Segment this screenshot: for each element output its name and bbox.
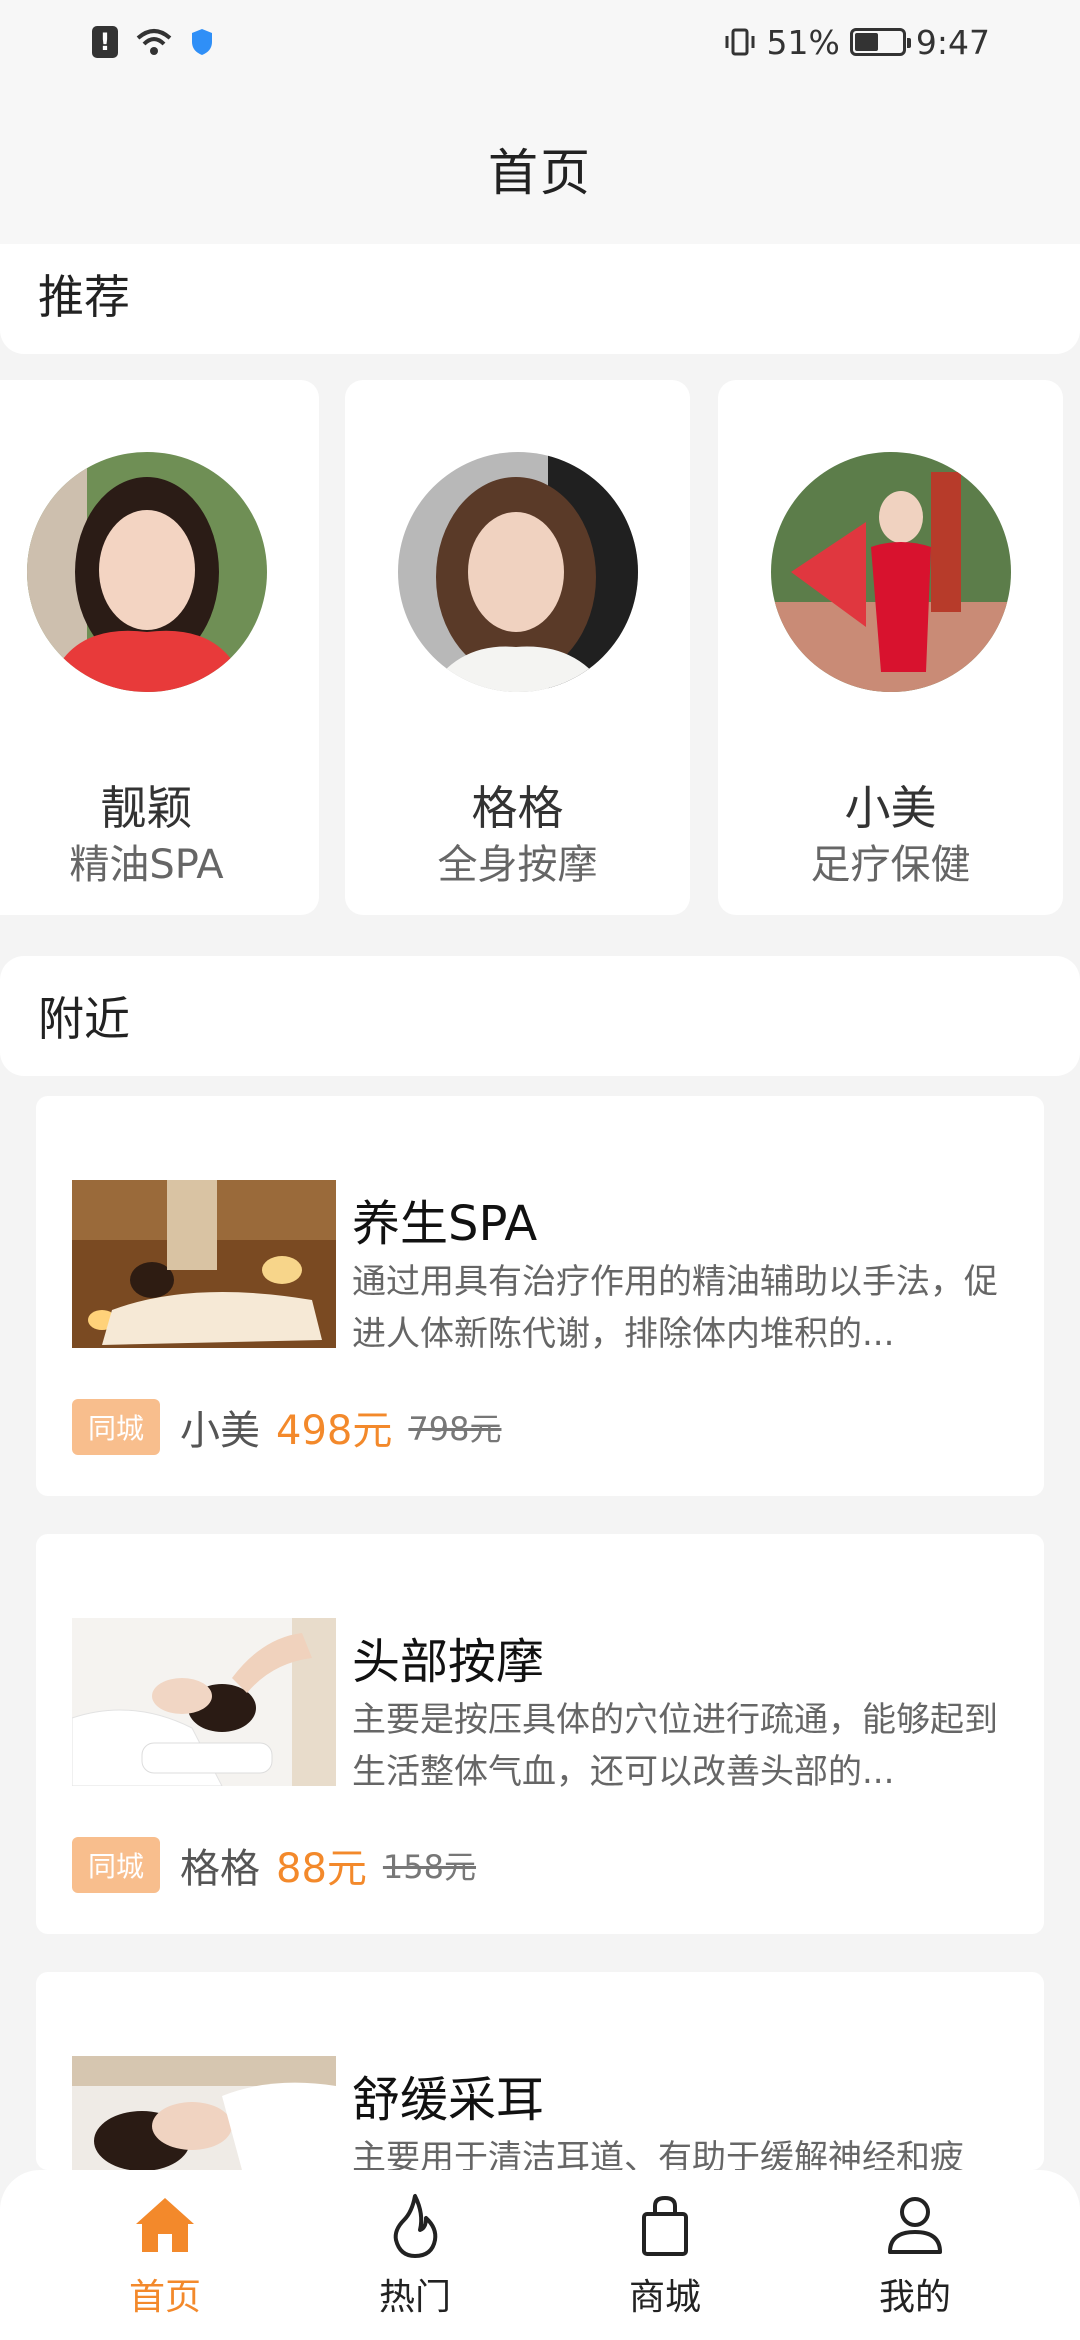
battery-percent: 51% [766, 22, 840, 62]
service-card[interactable]: 头部按摩 主要是按压具体的穴位进行疏通，能够起到生活整体气血，还可以改善头部的.… [36, 1534, 1044, 1934]
service-meta: 同城 小美 498元 798元 [72, 1398, 501, 1456]
service-card[interactable]: 舒缓采耳 主要用于清洁耳道、有助于缓解神经和疲 [36, 1972, 1044, 2170]
service-description: 通过用具有治疗作用的精油辅助以手法，促进人体新陈代谢，排除体内堆积的... [352, 1262, 998, 1354]
service-original-price: 158元 [382, 1848, 477, 1886]
service-therapist: 格格 [180, 1846, 261, 1892]
location-badge: 同城 [72, 1837, 161, 1893]
home-icon [136, 2198, 194, 2252]
recommend-card[interactable]: 格格 全身按摩 [345, 380, 690, 915]
bottom-navigation: 首页 热门 商城 我的 [0, 2170, 1080, 2340]
nav-home[interactable]: 首页 [65, 2190, 265, 2320]
recommend-title: 推荐 [38, 270, 130, 324]
alert-icon: ! [92, 26, 118, 58]
service-thumbnail [72, 1180, 336, 1348]
recommend-tag: 全身按摩 [437, 842, 598, 888]
shield-icon [192, 29, 212, 55]
service-description: 主要是按压具体的穴位进行疏通，能够起到生活整体气血，还可以改善头部的... [352, 1700, 998, 1792]
recommend-list: 靓颖 精油SPA 格格 全身按摩 小美 足疗保健 [0, 380, 1080, 920]
app-header: 首页 [0, 84, 1080, 254]
nav-hot-label: 热门 [378, 2277, 451, 2318]
service-original-price: 798元 [408, 1410, 502, 1448]
flame-icon [393, 2194, 438, 2258]
service-therapist: 小美 [180, 1408, 261, 1454]
recommend-tag: 足疗保健 [810, 842, 971, 888]
battery-icon [849, 28, 911, 56]
service-thumbnail [72, 1618, 336, 1786]
page-title: 首页 [488, 144, 592, 202]
avatar [770, 452, 1011, 692]
recommend-name: 格格 [471, 781, 564, 835]
location-badge: 同城 [72, 1399, 161, 1455]
nav-profile-label: 我的 [878, 2277, 951, 2318]
service-title: 舒缓采耳 [352, 2072, 545, 2128]
nearby-section-header: 附近 [0, 956, 1080, 1076]
recommend-card[interactable]: 靓颖 精油SPA [0, 380, 319, 915]
service-title: 养生SPA [352, 1196, 538, 1252]
service-meta: 同城 格格 88元 158元 [72, 1836, 476, 1894]
status-left: ! [92, 26, 214, 58]
service-price: 88元 [276, 1846, 367, 1892]
service-thumbnail [72, 2056, 336, 2170]
service-card[interactable]: 养生SPA 通过用具有治疗作用的精油辅助以手法，促进人体新陈代谢，排除体内堆积的… [36, 1096, 1044, 1496]
user-icon [888, 2197, 942, 2254]
vibrate-icon [725, 28, 755, 56]
shopping-bag-icon [642, 2195, 688, 2256]
nav-mall-label: 商城 [628, 2277, 701, 2318]
avatar [397, 452, 638, 692]
clock: 9:47 [915, 22, 990, 62]
service-price: 498元 [276, 1408, 393, 1454]
service-title: 头部按摩 [352, 1634, 545, 1690]
nearby-title: 附近 [38, 992, 130, 1046]
nav-home-label: 首页 [128, 2277, 201, 2318]
recommend-name: 小美 [844, 781, 937, 835]
status-bar: ! 51% 9:47 [0, 0, 1080, 84]
status-right: 51% 9:47 [723, 23, 990, 62]
recommend-card[interactable]: 小美 足疗保健 [718, 380, 1063, 915]
recommend-name: 靓颖 [100, 781, 193, 835]
avatar [26, 452, 267, 692]
service-description: 主要用于清洁耳道、有助于缓解神经和疲 [352, 2138, 964, 2170]
recommend-section-header: 推荐 [0, 244, 1080, 354]
nav-mall[interactable]: 商城 [565, 2190, 765, 2320]
recommend-tag: 精油SPA [69, 842, 224, 888]
nav-profile[interactable]: 我的 [815, 2190, 1015, 2320]
nav-hot[interactable]: 热门 [315, 2190, 515, 2320]
wifi-icon [136, 29, 172, 55]
